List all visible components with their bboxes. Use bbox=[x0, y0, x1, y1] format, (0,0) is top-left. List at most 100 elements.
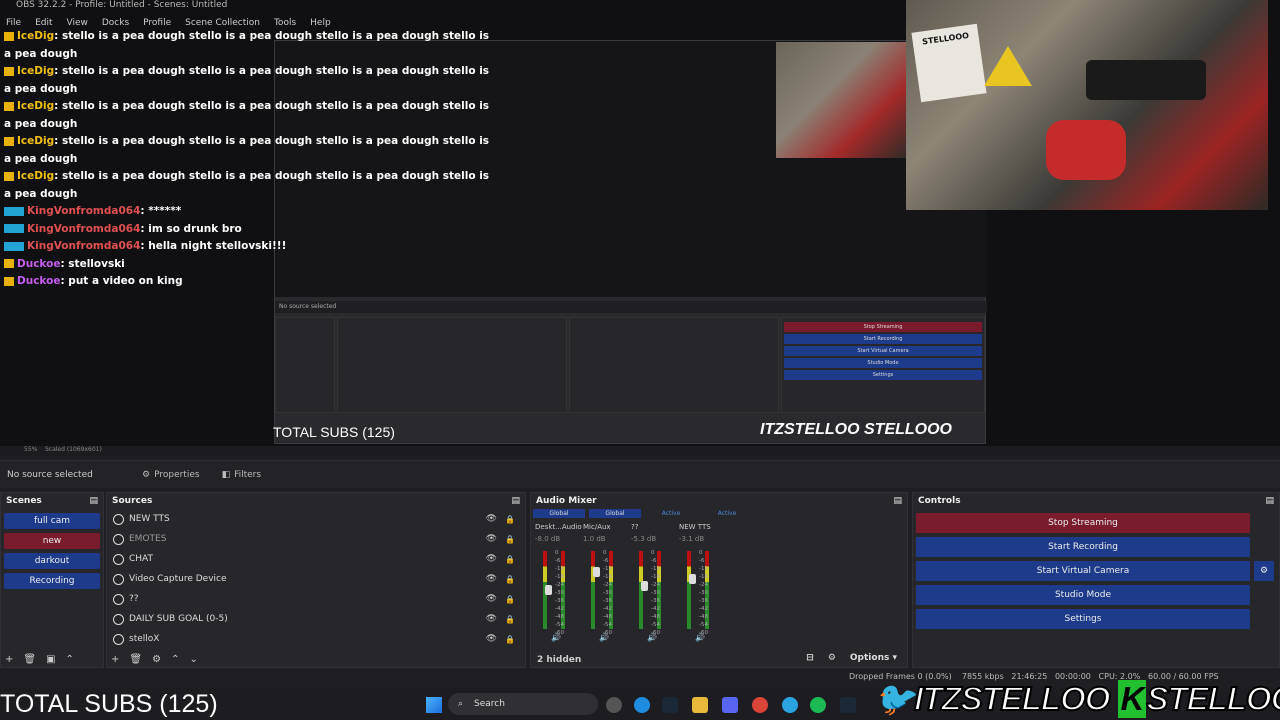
lock-icon[interactable]: 🔒 bbox=[505, 595, 515, 604]
mixer-advanced-icon[interactable]: ⚙ bbox=[828, 653, 836, 663]
volume-fader[interactable] bbox=[641, 581, 648, 591]
dock-menu-icon[interactable]: ▤ bbox=[89, 496, 98, 506]
add-source-icon[interactable]: + bbox=[111, 654, 119, 665]
lock-icon[interactable]: 🔒 bbox=[505, 635, 515, 644]
start-icon[interactable] bbox=[426, 697, 442, 713]
scene-filter-icon[interactable]: ▣ bbox=[46, 654, 55, 665]
settings-button[interactable]: Settings bbox=[916, 609, 1250, 629]
visibility-icon[interactable]: 👁 bbox=[486, 574, 497, 584]
mixer-head[interactable]: Active bbox=[645, 509, 697, 518]
obs-icon[interactable] bbox=[606, 697, 622, 713]
mute-icon[interactable]: 🔊 bbox=[599, 633, 609, 642]
preview-canvas[interactable]: OBS 32.2.2 - Profile: Untitled - Scenes:… bbox=[0, 0, 1280, 446]
dock-menu-icon[interactable]: ▤ bbox=[1265, 496, 1274, 506]
channel-name[interactable]: Deskt...Audio bbox=[535, 523, 587, 531]
source-item[interactable]: stelloX 👁 🔒 bbox=[107, 629, 525, 649]
source-item[interactable]: CHAT 👁 🔒 bbox=[107, 549, 525, 569]
discord-icon[interactable] bbox=[722, 697, 738, 713]
menu-view[interactable]: View bbox=[67, 18, 88, 32]
menu-tools[interactable]: Tools bbox=[274, 18, 296, 32]
studio-mode-button[interactable]: Studio Mode bbox=[916, 585, 1250, 605]
channel-name[interactable]: Mic/Aux bbox=[583, 523, 635, 531]
remove-source-icon[interactable]: 🗑 bbox=[129, 654, 142, 665]
scene-item[interactable]: new bbox=[4, 533, 100, 549]
mute-icon[interactable]: 🔊 bbox=[647, 633, 657, 642]
start-recording-button[interactable]: Start Recording bbox=[916, 537, 1250, 557]
telegram-icon[interactable] bbox=[782, 697, 798, 713]
source-item[interactable]: EMOTES 👁 🔒 bbox=[107, 529, 525, 549]
start-virtual-camera-button[interactable]: Start Virtual Camera ⚙ bbox=[916, 561, 1274, 581]
visibility-icon[interactable]: 👁 bbox=[486, 534, 497, 544]
nested-sources bbox=[337, 317, 567, 413]
visibility-icon[interactable]: 👁 bbox=[486, 614, 497, 624]
visibility-icon[interactable]: 👁 bbox=[486, 514, 497, 524]
lock-icon[interactable]: 🔒 bbox=[505, 615, 515, 624]
filters-button[interactable]: ◧ Filters bbox=[222, 470, 262, 480]
visibility-icon[interactable]: 👁 bbox=[486, 594, 497, 604]
mute-icon[interactable]: 🔊 bbox=[551, 633, 561, 642]
controls-dock: Controls ▤ Stop Streaming Start Recording… bbox=[912, 492, 1280, 668]
volume-fader[interactable] bbox=[593, 567, 600, 577]
stop-streaming-button[interactable]: Stop Streaming bbox=[916, 513, 1250, 533]
lock-icon[interactable]: 🔒 bbox=[505, 555, 515, 564]
dock-menu-icon[interactable]: ▤ bbox=[511, 496, 520, 506]
channel-name[interactable]: ?? bbox=[631, 523, 683, 531]
source-item[interactable]: ?? 👁 🔒 bbox=[107, 589, 525, 609]
search-icon: ⌕ bbox=[458, 699, 464, 709]
chat-text: : stellovski bbox=[60, 257, 125, 270]
menu-scene-collection[interactable]: Scene Collection bbox=[185, 18, 260, 32]
dock-menu-icon[interactable]: ▤ bbox=[893, 496, 902, 506]
steam-icon[interactable] bbox=[662, 697, 678, 713]
mixer-head[interactable]: Active bbox=[701, 509, 753, 518]
channel-name[interactable]: NEW TTS bbox=[679, 523, 731, 531]
webcam-feed-small bbox=[776, 42, 908, 158]
scene-item[interactable]: darkout bbox=[4, 553, 100, 569]
menu-profile[interactable]: Profile bbox=[143, 18, 171, 32]
nested-settings: Settings bbox=[784, 370, 982, 380]
mixer-layout-icon[interactable]: ⊟ bbox=[806, 653, 814, 663]
mixer-channel: ?? -5.3 dB 0 -6 -12 -18 -24 -30 -36 -42 -48 -54 -60 🔊 bbox=[631, 523, 683, 643]
mixer-head[interactable]: Global bbox=[589, 509, 641, 518]
menu-help[interactable]: Help bbox=[310, 18, 331, 32]
mixer-head[interactable]: Global bbox=[533, 509, 585, 518]
badge-icon bbox=[4, 66, 14, 76]
source-item[interactable]: DAILY SUB GOAL (0-5) 👁 🔒 bbox=[107, 609, 525, 629]
source-type-icon bbox=[113, 533, 124, 545]
visibility-icon[interactable]: 👁 bbox=[486, 634, 497, 644]
visibility-icon[interactable]: 👁 bbox=[486, 554, 497, 564]
mute-icon[interactable]: 🔊 bbox=[695, 633, 705, 642]
edge-icon[interactable] bbox=[634, 697, 650, 713]
menu-file[interactable]: File bbox=[6, 18, 21, 32]
volume-fader[interactable] bbox=[545, 584, 552, 595]
scene-item[interactable]: full cam bbox=[4, 513, 100, 529]
nested-studio: Studio Mode bbox=[784, 358, 982, 368]
folder-icon[interactable] bbox=[692, 697, 708, 713]
spotify-icon[interactable] bbox=[810, 697, 826, 713]
chrome-icon[interactable] bbox=[752, 697, 768, 713]
source-down-icon[interactable]: ⌄ bbox=[189, 654, 197, 665]
lock-icon[interactable]: 🔒 bbox=[505, 515, 515, 524]
source-item[interactable]: NEW TTS 👁 🔒 bbox=[107, 509, 525, 529]
nested-scenes bbox=[275, 317, 335, 413]
webcam-shelf bbox=[1086, 60, 1206, 100]
volume-fader[interactable] bbox=[689, 574, 696, 584]
source-settings-icon[interactable]: ⚙ bbox=[152, 654, 161, 665]
remove-scene-icon[interactable]: 🗑 bbox=[23, 654, 36, 665]
source-item[interactable]: Video Capture Device 👁 🔒 bbox=[107, 569, 525, 589]
scene-up-icon[interactable]: ⌃ bbox=[66, 654, 74, 665]
steam-icon-2[interactable] bbox=[840, 697, 856, 713]
options-button[interactable]: Options ▾ bbox=[850, 653, 897, 663]
virtual-camera-gear-icon[interactable]: ⚙ bbox=[1254, 561, 1274, 581]
add-scene-icon[interactable]: + bbox=[5, 654, 13, 665]
menu-edit[interactable]: Edit bbox=[35, 18, 52, 32]
lock-icon[interactable]: 🔒 bbox=[505, 535, 515, 544]
properties-button[interactable]: ⚙ Properties bbox=[142, 470, 200, 480]
source-up-icon[interactable]: ⌃ bbox=[171, 654, 179, 665]
filter-icon: ◧ bbox=[221, 469, 231, 480]
taskbar-search[interactable]: ⌕ Search bbox=[448, 693, 598, 715]
lock-icon[interactable]: 🔒 bbox=[505, 575, 515, 584]
source-label: Video Capture Device bbox=[129, 574, 227, 584]
menu-docks[interactable]: Docks bbox=[102, 18, 129, 32]
scene-item[interactable]: Recording bbox=[4, 573, 100, 589]
badge-icon bbox=[4, 259, 14, 268]
